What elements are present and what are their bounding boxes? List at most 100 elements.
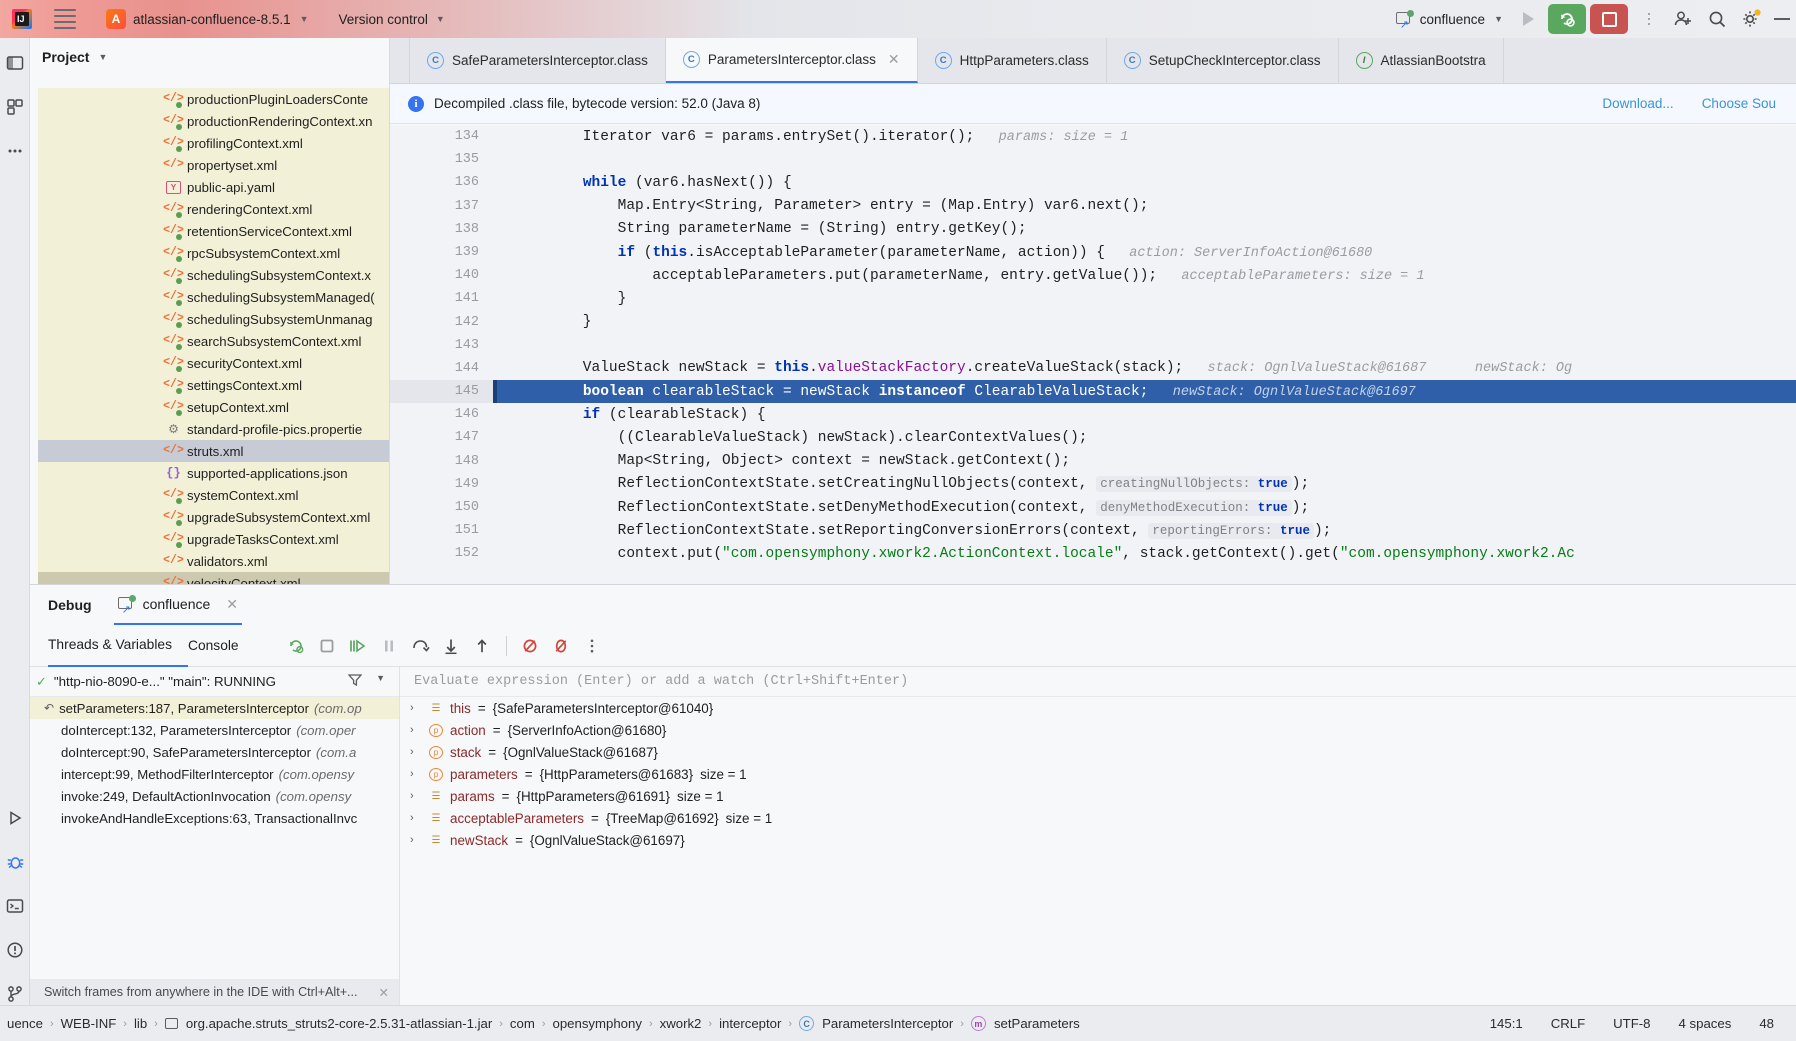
caret-position[interactable]: 145:1	[1476, 1016, 1537, 1031]
code-line[interactable]: 152 context.put("com.opensymphony.xwork2…	[390, 542, 1796, 565]
code-line[interactable]: 147 ((ClearableValueStack) newStack).cle…	[390, 426, 1796, 449]
tree-item-retentionservicecontext-xml[interactable]: </> retentionServiceContext.xml	[38, 220, 389, 242]
code-line[interactable]: 149 ReflectionContextState.setCreatingNu…	[390, 473, 1796, 496]
tree-item-struts-xml[interactable]: </> struts.xml	[38, 440, 389, 462]
frames-list[interactable]: ↶ setParameters:187, ParametersIntercepto…	[30, 697, 399, 829]
more-tool-icon[interactable]	[4, 140, 26, 162]
expand-arrow-icon[interactable]: ›	[410, 724, 422, 736]
code-line[interactable]: 136 while (var6.hasNext()) {	[390, 171, 1796, 194]
tree-item-standard-profile-pics-propertie[interactable]: ⚙ standard-profile-pics.propertie	[38, 418, 389, 440]
gutter-markers[interactable]	[493, 241, 538, 264]
editor-tab-httpparameters-class[interactable]: C HttpParameters.class	[918, 38, 1107, 83]
expand-arrow-icon[interactable]: ›	[410, 834, 422, 846]
breadcrumb-item-opensymphony[interactable]: opensymphony	[546, 1016, 649, 1031]
code-line[interactable]: 137 Map.Entry<String, Parameter> entry =…	[390, 195, 1796, 218]
more-actions-icon[interactable]	[1640, 4, 1658, 34]
tree-item-profilingcontext-xml[interactable]: </> profilingContext.xml	[38, 132, 389, 154]
expand-arrow-icon[interactable]: ›	[410, 768, 422, 780]
variables-list[interactable]: › ☰ this = {SafeParametersInterceptor@61040}…	[400, 697, 1796, 851]
gutter-markers[interactable]	[493, 496, 538, 519]
close-icon[interactable]: ✕	[226, 596, 238, 613]
tree-item-upgradetaskscontext-xml[interactable]: </> upgradeTasksContext.xml	[38, 528, 389, 550]
breadcrumb-item-lib[interactable]: lib	[127, 1016, 154, 1031]
more-options-icon[interactable]	[577, 630, 608, 661]
tab-console[interactable]: Console	[188, 625, 255, 667]
editor-tab-bar[interactable]: C SafeParametersInterceptor.class C Paramet…	[390, 38, 1796, 84]
hamburger-menu-icon[interactable]	[50, 4, 80, 34]
variable-row[interactable]: › ☰ acceptableParameters = {TreeMap@61692} si…	[400, 807, 1796, 829]
terminal-tool-icon[interactable]	[4, 895, 26, 917]
breadcrumb-item-uence[interactable]: uence	[0, 1016, 50, 1031]
gutter-markers[interactable]	[493, 311, 538, 334]
project-file-tree[interactable]: </> productionPluginLoadersConte </> produc…	[38, 88, 389, 584]
chevron-down-icon[interactable]: ▼	[98, 52, 107, 62]
gutter-markers[interactable]	[493, 125, 538, 148]
code-line[interactable]: 148 Map<String, Object> context = newSta…	[390, 450, 1796, 473]
tree-item-supported-applications-json[interactable]: {} supported-applications.json	[38, 462, 389, 484]
gutter-markers[interactable]	[493, 334, 538, 357]
step-out-icon[interactable]	[467, 630, 498, 661]
gutter-markers[interactable]	[493, 403, 538, 426]
code-line[interactable]: 140 acceptableParameters.put(parameterNa…	[390, 264, 1796, 287]
editor-tab-setupcheckinterceptor-class[interactable]: C SetupCheckInterceptor.class	[1107, 38, 1339, 83]
tab-threads-and-variables[interactable]: Threads & Variables	[48, 625, 188, 667]
frame-item[interactable]: invoke:249, DefaultActionInvocation (com.…	[30, 785, 399, 807]
editor-tab-atlassianbootstra[interactable]: I AtlassianBootstra	[1339, 38, 1504, 83]
gutter-markers[interactable]	[493, 519, 538, 542]
editor-tab-safeparametersinterceptor-class[interactable]: C SafeParametersInterceptor.class	[410, 38, 666, 83]
line-separator[interactable]: CRLF	[1537, 1016, 1599, 1031]
tree-item-rpcsubsystemcontext-xml[interactable]: </> rpcSubsystemContext.xml	[38, 242, 389, 264]
stop-button[interactable]	[1590, 4, 1628, 34]
evaluate-expression-input[interactable]: Evaluate expression (Enter) or add a wat…	[400, 667, 1796, 697]
code-line-current[interactable]: 145 boolean clearableStack = newStack in…	[390, 380, 1796, 404]
gutter-markers[interactable]	[493, 171, 538, 194]
tree-item-searchsubsystemcontext-xml[interactable]: </> searchSubsystemContext.xml	[38, 330, 389, 352]
commit-tool-icon[interactable]	[4, 96, 26, 118]
run-tool-icon[interactable]	[4, 807, 26, 829]
tree-item-renderingcontext-xml[interactable]: </> renderingContext.xml	[38, 198, 389, 220]
frame-item[interactable]: doIntercept:132, ParametersInterceptor (c…	[30, 719, 399, 741]
frame-item[interactable]: doIntercept:90, SafeParametersIntercepto…	[30, 741, 399, 763]
gutter-markers[interactable]	[493, 542, 538, 565]
tree-item-schedulingsubsystemcontext-x[interactable]: </> schedulingSubsystemContext.x	[38, 264, 389, 286]
breadcrumb-item-xwork2[interactable]: xwork2	[653, 1016, 709, 1031]
gutter-markers[interactable]	[493, 357, 538, 380]
gutter-markers[interactable]	[493, 426, 538, 449]
code-line[interactable]: 151 ReflectionContextState.setReportingC…	[390, 519, 1796, 542]
gutter-markers[interactable]	[493, 473, 538, 496]
version-control-menu[interactable]: Version control ▼	[339, 12, 445, 27]
tree-item-velocitycontext-xml[interactable]: </> velocityContext.xml	[38, 572, 389, 584]
breadcrumb-item-com[interactable]: com	[503, 1016, 542, 1031]
settings-gear-icon[interactable]	[1734, 2, 1768, 36]
run-icon[interactable]	[1523, 12, 1534, 26]
tree-item-productionrenderingcontext-xn[interactable]: </> productionRenderingContext.xn	[38, 110, 389, 132]
filter-icon[interactable]	[347, 673, 363, 690]
breadcrumb[interactable]: uence › WEB-INF › lib › org.apache.struts_stru…	[0, 1016, 1087, 1031]
tree-item-schedulingsubsystemmanaged-[interactable]: </> schedulingSubsystemManaged(	[38, 286, 389, 308]
problems-tool-icon[interactable]	[4, 939, 26, 961]
stop-icon[interactable]	[312, 630, 343, 661]
choose-sources-link[interactable]: Choose Sou	[1702, 96, 1776, 111]
gutter-markers[interactable]	[493, 218, 538, 241]
expand-arrow-icon[interactable]: ›	[410, 746, 422, 758]
code-line[interactable]: 142 }	[390, 311, 1796, 334]
tree-item-schedulingsubsystemunmanag[interactable]: </> schedulingSubsystemUnmanag	[38, 308, 389, 330]
download-sources-link[interactable]: Download...	[1602, 96, 1673, 111]
breadcrumb-item-setparameters[interactable]: m setParameters	[964, 1016, 1087, 1031]
close-icon[interactable]: ✕	[378, 985, 389, 1000]
expand-arrow-icon[interactable]: ›	[410, 702, 422, 714]
code-line[interactable]: 134 Iterator var6 = params.entrySet().it…	[390, 125, 1796, 148]
code-line[interactable]: 135	[390, 148, 1796, 171]
resume-program-icon[interactable]	[343, 630, 374, 661]
indent-setting[interactable]: 4 spaces	[1665, 1016, 1746, 1031]
step-into-icon[interactable]	[436, 630, 467, 661]
variable-row[interactable]: › ☰ params = {HttpParameters@61691} size = 1	[400, 785, 1796, 807]
tree-item-securitycontext-xml[interactable]: </> securityContext.xml	[38, 352, 389, 374]
gutter-markers[interactable]	[493, 148, 538, 171]
tree-item-validators-xml[interactable]: </> validators.xml	[38, 550, 389, 572]
gutter-markers[interactable]	[493, 195, 538, 218]
tree-item-settingscontext-xml[interactable]: </> settingsContext.xml	[38, 374, 389, 396]
rerun-debug-button[interactable]	[1548, 4, 1586, 34]
code-line[interactable]: 150 ReflectionContextState.setDenyMethod…	[390, 496, 1796, 519]
expand-arrow-icon[interactable]: ›	[410, 812, 422, 824]
